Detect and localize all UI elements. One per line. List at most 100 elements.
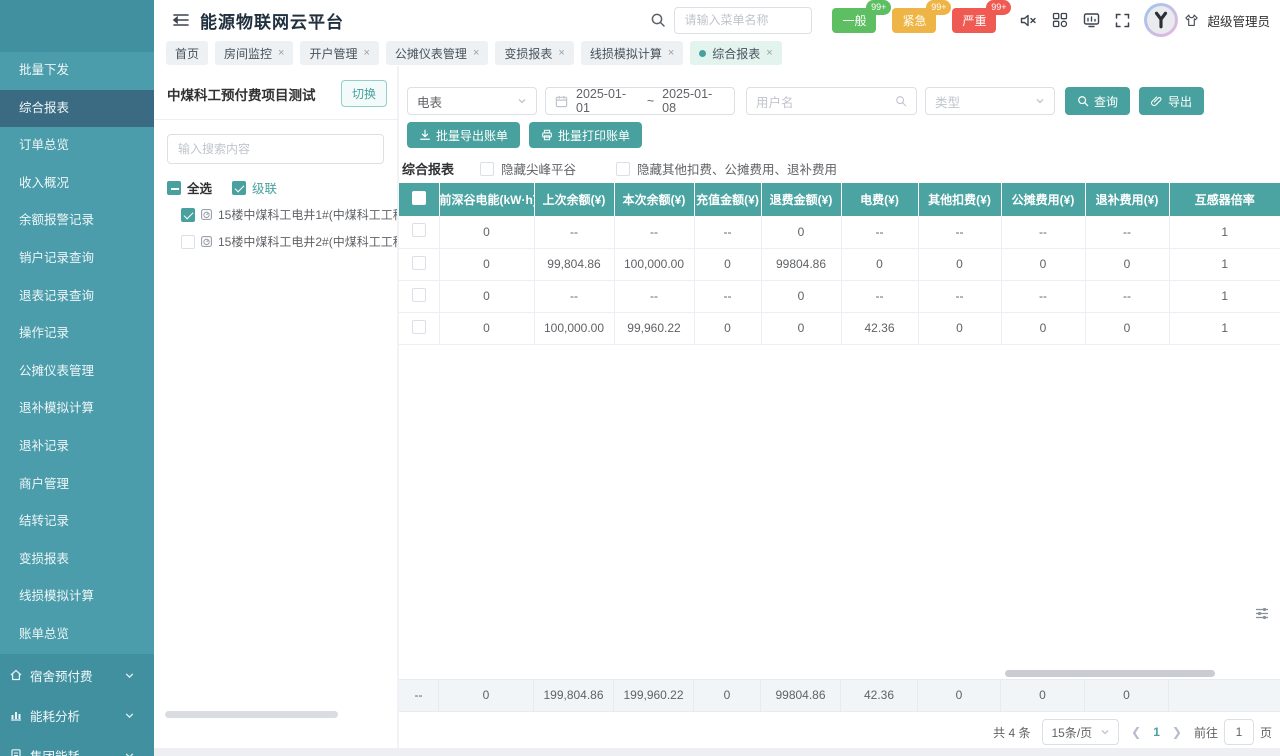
table-row: 0------0--------1 [399,280,1280,312]
page-size-select[interactable]: 15条/页 [1042,719,1119,745]
tree-search-input[interactable] [167,134,384,164]
sidebar-item-link[interactable]: 收入概况 [0,165,154,203]
alarm-badge[interactable]: 一般99+ [832,8,876,33]
mute-icon[interactable] [1020,13,1037,28]
export-button[interactable]: 导出 [1139,87,1204,115]
sidebar-item-link[interactable]: 公摊仪表管理 [0,353,154,391]
search-icon[interactable] [650,12,666,28]
goto-page: 前往 页 [1194,719,1272,745]
tab[interactable]: 开户管理× [300,41,378,65]
sidebar-item-link[interactable]: 线损模拟计算 [0,578,154,616]
sidebar-item-link[interactable]: 订单总览 [0,127,154,165]
alarm-badge[interactable]: 严重99+ [952,8,996,33]
select-all-control[interactable]: 全选 [167,178,212,197]
sidebar-item-active[interactable]: 综合报表 [0,90,154,128]
sidebar-item-link[interactable]: 操作记录 [0,315,154,353]
query-label: 查询 [1094,93,1118,110]
main-content: 电表 2025-01-01 ~ 2025-01-08 用户名 [399,66,1280,756]
grid-icon[interactable] [1052,12,1068,28]
pagination: 共 4 条 15条/页 ❮ 1 ❯ 前往 页 [993,719,1272,745]
sidebar-groups: 宿舍预付费能耗分析集团能耗 [0,655,154,756]
sidebar-item-link[interactable]: 销户记录查询 [0,240,154,278]
tree-item-checkbox[interactable] [181,235,195,249]
tree-controls: 全选 级联 [154,172,397,201]
type-select[interactable]: 类型 [925,87,1055,115]
project-panel: 中煤科工预付费项目测试 切换 全选 级联 15楼中煤科工电井1#(中煤科工工程咨… [154,66,397,756]
monitor-icon[interactable] [1083,12,1100,28]
tab[interactable]: 线损模拟计算× [581,41,683,65]
tab-close-icon[interactable]: × [473,48,479,59]
org-icon [9,748,30,756]
date-range-picker[interactable]: 2025-01-01 ~ 2025-01-08 [545,87,735,115]
batch-print-label: 批量打印账单 [558,127,630,144]
column-settings-icon[interactable] [1255,607,1269,620]
row-checkbox[interactable] [412,320,426,334]
tab-close-icon[interactable]: × [668,48,674,59]
row-checkbox[interactable] [412,223,426,237]
query-button[interactable]: 查询 [1065,87,1130,115]
row-checkbox[interactable] [412,256,426,270]
hide-peak-option[interactable]: 隐藏尖峰平谷 [480,159,576,178]
cascade-checkbox[interactable] [232,181,246,195]
collapse-menu-icon[interactable] [172,12,190,28]
tab[interactable]: 公摊仪表管理× [386,41,488,65]
sidebar-group[interactable]: 集团能耗 [0,735,154,756]
hide-other-option[interactable]: 隐藏其他扣费、公摊费用、退补费用 [616,159,837,178]
sidebar-item-link[interactable]: 结转记录 [0,503,154,541]
username-filter-input[interactable]: 用户名 [746,87,917,115]
tab-close-icon[interactable]: × [558,48,564,59]
tab-bar: 首页房间监控× 开户管理× 公摊仪表管理× 变损报表× 线损模拟计算× 综合报表 × [154,40,1280,66]
tab-close-icon[interactable]: × [766,48,772,59]
alarm-badge-count: 99+ [926,0,951,15]
row-checkbox[interactable] [412,288,426,302]
tree-item[interactable]: 15楼中煤科工电井1#(中煤科工工程咨询 [154,201,397,228]
current-page[interactable]: 1 [1153,725,1160,739]
sidebar-item-link[interactable]: 退表记录查询 [0,278,154,316]
table-horizontal-scrollbar[interactable] [1005,670,1215,677]
goto-page-input[interactable] [1224,719,1254,745]
tab[interactable]: 变损报表× [495,41,573,65]
tree-horizontal-scrollbar[interactable] [165,711,338,718]
sidebar-item-link[interactable]: 余额报警记录 [0,202,154,240]
meter-type-select[interactable]: 电表 [407,87,537,115]
clothes-icon[interactable] [1184,13,1199,28]
menu-search-input[interactable] [674,7,812,34]
sidebar-item-link[interactable]: 变损报表 [0,541,154,579]
tab[interactable]: 首页 [166,41,208,65]
tab-close-icon[interactable]: × [278,48,284,59]
cascade-control[interactable]: 级联 [232,178,277,197]
sidebar-item-link[interactable]: 退补模拟计算 [0,390,154,428]
sidebar-group[interactable]: 能耗分析 [0,695,154,735]
next-page-icon[interactable]: ❯ [1172,725,1182,739]
column-header: 前深谷电能(kW·h) [439,183,534,216]
tab-active[interactable]: 综合报表 × [690,41,781,65]
table-cell: -- [694,216,761,248]
sidebar-item-link[interactable]: 商户管理 [0,466,154,504]
sidebar-item-link[interactable]: 批量下发 [0,52,154,90]
hide-other-checkbox[interactable] [616,162,630,176]
select-all-rows-checkbox[interactable] [412,191,426,205]
switch-project-button[interactable]: 切换 [341,80,387,107]
tab-label: 综合报表 [712,45,760,62]
alarm-badge[interactable]: 紧急99+ [892,8,936,33]
username-placeholder: 用户名 [756,92,794,111]
batch-print-button[interactable]: 批量打印账单 [529,122,642,148]
tree-item-checkbox[interactable] [181,208,195,222]
tree-item[interactable]: 15楼中煤科工电井2#(中煤科工工程咨询 [154,228,397,255]
sidebar-item-link[interactable]: 退补记录 [0,428,154,466]
table-cell: 0 [439,280,534,312]
batch-export-label: 批量导出账单 [436,127,508,144]
sidebar-group[interactable]: 宿舍预付费 [0,655,154,695]
home-icon [9,668,30,682]
avatar[interactable] [1144,3,1178,37]
table-cell: -- [694,280,761,312]
prev-page-icon[interactable]: ❮ [1131,725,1141,739]
select-all-checkbox[interactable] [167,181,181,195]
batch-export-button[interactable]: 批量导出账单 [407,122,520,148]
tab[interactable]: 房间监控× [215,41,293,65]
fullscreen-icon[interactable] [1115,13,1130,28]
tab-close-icon[interactable]: × [363,48,369,59]
hide-peak-checkbox[interactable] [480,162,494,176]
sidebar-item-link[interactable]: 账单总览 [0,616,154,654]
date-separator: ~ [647,94,654,108]
